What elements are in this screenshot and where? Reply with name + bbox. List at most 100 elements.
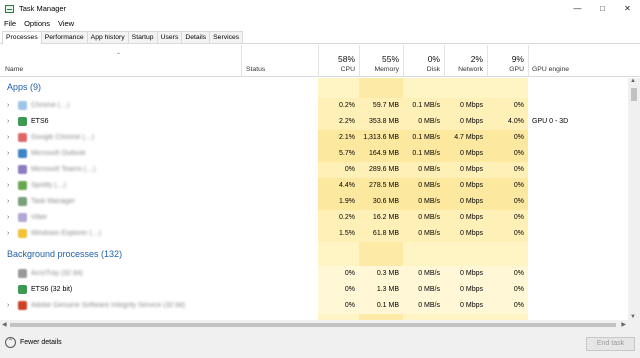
expand-chevron-icon[interactable]: › — [7, 134, 9, 141]
chevron-up-circle-icon: ⌃ — [5, 337, 16, 348]
process-row[interactable]: › Task Manager 1.9% 30.6 MB 0 MB/s 0 Mbps 0% — [0, 194, 628, 210]
process-name: Chrome (…) — [31, 102, 70, 109]
process-cpu: 4.4% — [339, 182, 355, 189]
process-disk: 0 MB/s — [418, 118, 440, 125]
process-icon — [18, 165, 27, 174]
task-manager-icon — [5, 4, 14, 13]
process-memory: 61.8 MB — [372, 230, 399, 237]
expand-chevron-icon[interactable]: › — [7, 150, 9, 157]
menu-view[interactable]: View — [58, 19, 74, 28]
network-total-percent: 2% — [470, 54, 483, 64]
process-cpu: 0.2% — [339, 214, 355, 221]
process-disk: 0 MB/s — [418, 230, 440, 237]
header-status-column[interactable]: Status — [241, 45, 318, 77]
process-icon — [18, 229, 27, 238]
vertical-scroll-thumb[interactable] — [631, 88, 637, 101]
tab-startup[interactable]: Startup — [127, 31, 158, 43]
header-gpu-engine-column[interactable]: GPU engine — [528, 45, 628, 77]
tab-processes[interactable]: Processes — [2, 31, 42, 44]
process-network: 0 Mbps — [460, 270, 483, 277]
scroll-up-icon[interactable]: ▲ — [630, 78, 636, 84]
tab-details[interactable]: Details — [181, 31, 211, 43]
process-row[interactable]: › Windows Explorer (…) 1.5% 61.8 MB 0 MB/s 0 … — [0, 226, 628, 242]
scrollbar-corner — [628, 320, 640, 330]
process-disk: 0 MB/s — [418, 166, 440, 173]
process-icon — [18, 101, 27, 110]
header-memory: Memory — [374, 66, 399, 73]
process-name: Google Chrome (…) — [31, 134, 95, 141]
process-icon — [18, 149, 27, 158]
expand-chevron-icon[interactable]: › — [7, 198, 9, 205]
menu-options[interactable]: Options — [24, 19, 50, 28]
column-header: ⌃ Name Status 58% CPU 55% Memory 0% Disk… — [0, 45, 640, 77]
process-network: 0 Mbps — [460, 150, 483, 157]
minimize-button[interactable]: — — [565, 0, 590, 17]
process-gpu: 0% — [513, 198, 524, 205]
process-memory: 1.3 MB — [376, 286, 399, 293]
process-row[interactable]: AcroTray (32 bit) 0% 0.3 MB 0 MB/s 0 Mbps 0% — [0, 266, 628, 282]
end-task-button[interactable]: End task — [586, 337, 635, 351]
process-disk: 0.1 MB/s — [412, 102, 440, 109]
scroll-left-icon[interactable]: ◀ — [2, 321, 7, 328]
header-disk-column[interactable]: 0% Disk — [403, 45, 444, 77]
header-memory-column[interactable]: 55% Memory — [359, 45, 403, 77]
header-status: Status — [246, 66, 266, 73]
header-name[interactable]: Name — [5, 66, 23, 73]
header-cpu-column[interactable]: 58% CPU — [318, 45, 359, 77]
maximize-button[interactable]: □ — [590, 0, 615, 17]
process-gpu: 0% — [513, 230, 524, 237]
window-title: Task Manager — [19, 4, 67, 13]
tab-performance[interactable]: Performance — [40, 31, 88, 43]
process-gpu: 0% — [513, 150, 524, 157]
expand-chevron-icon[interactable]: › — [7, 166, 9, 173]
tab-services[interactable]: Services — [209, 31, 244, 43]
process-network: 0 Mbps — [460, 286, 483, 293]
process-row[interactable]: › Spotify (…) 4.4% 278.5 MB 0 MB/s 0 Mbps 0% — [0, 178, 628, 194]
process-row[interactable]: › Google Chrome (…) 2.1% 1,313.6 MB 0.1 MB/s… — [0, 130, 628, 146]
process-row[interactable]: ETS6 (32 bit) 0% 1.3 MB 0 MB/s 0 Mbps 0% — [0, 282, 628, 298]
tab-app-history[interactable]: App history — [86, 31, 129, 43]
expand-chevron-icon[interactable]: › — [7, 230, 9, 237]
vertical-scrollbar[interactable]: ▲ ▼ — [628, 78, 640, 320]
header-network-column[interactable]: 2% Network — [444, 45, 487, 77]
expand-chevron-icon[interactable]: › — [7, 302, 9, 309]
process-gpu: 0% — [513, 270, 524, 277]
process-name: Microsoft Outlook — [31, 150, 86, 157]
expand-chevron-icon[interactable]: › — [7, 214, 9, 221]
process-icon — [18, 133, 27, 142]
process-row[interactable]: › Chrome (…) 0.2% 59.7 MB 0.1 MB/s 0 Mbps 0% — [0, 98, 628, 114]
header-gpu-column[interactable]: 9% GPU — [487, 45, 528, 77]
process-icon — [18, 301, 27, 310]
menu-file[interactable]: File — [4, 19, 16, 28]
gpu-total-percent: 9% — [511, 54, 524, 64]
expand-chevron-icon[interactable]: › — [7, 102, 9, 109]
process-row[interactable]: › Microsoft Outlook 5.7% 164.9 MB 0.1 MB/s 0 … — [0, 146, 628, 162]
process-row[interactable]: › Microsoft Teams (…) 0% 289.6 MB 0 MB/s 0 Mb… — [0, 162, 628, 178]
process-disk: 0 MB/s — [418, 286, 440, 293]
process-name: Adobe Genuine Software Integrity Service… — [31, 302, 186, 309]
process-memory: 59.7 MB — [372, 102, 399, 109]
process-cpu: 1.9% — [339, 198, 355, 205]
sort-up-icon: ⌃ — [116, 53, 122, 59]
scroll-right-icon[interactable]: ▶ — [621, 321, 626, 328]
process-row[interactable]: › Viber 0.2% 16.2 MB 0 MB/s 0 Mbps 0% — [0, 210, 628, 226]
close-button[interactable]: ✕ — [615, 0, 640, 17]
process-network: 0 Mbps — [460, 102, 483, 109]
process-memory: 164.9 MB — [369, 150, 399, 157]
title-bar: Task Manager — □ ✕ — [0, 0, 640, 17]
process-cpu: 0% — [344, 166, 355, 173]
tab-bar: Processes Performance App history Startu… — [0, 31, 640, 44]
horizontal-scrollbar[interactable]: ◀ ▶ — [0, 320, 628, 330]
process-network: 0 Mbps — [460, 182, 483, 189]
process-cpu: 5.7% — [339, 150, 355, 157]
process-network: 4.7 Mbps — [454, 134, 483, 141]
process-cpu: 0% — [344, 286, 355, 293]
horizontal-scroll-thumb[interactable] — [10, 323, 616, 327]
process-row[interactable]: › Adobe Genuine Software Integrity Servic… — [0, 298, 628, 314]
fewer-details-button[interactable]: ⌃ Fewer details — [5, 337, 62, 348]
process-row[interactable]: › ETS6 2.2% 353.8 MB 0 MB/s 0 Mbps 4.0% GPU 0 -… — [0, 114, 628, 130]
expand-chevron-icon[interactable]: › — [7, 118, 9, 125]
expand-chevron-icon[interactable]: › — [7, 182, 9, 189]
process-icon — [18, 213, 27, 222]
tab-users[interactable]: Users — [156, 31, 183, 43]
